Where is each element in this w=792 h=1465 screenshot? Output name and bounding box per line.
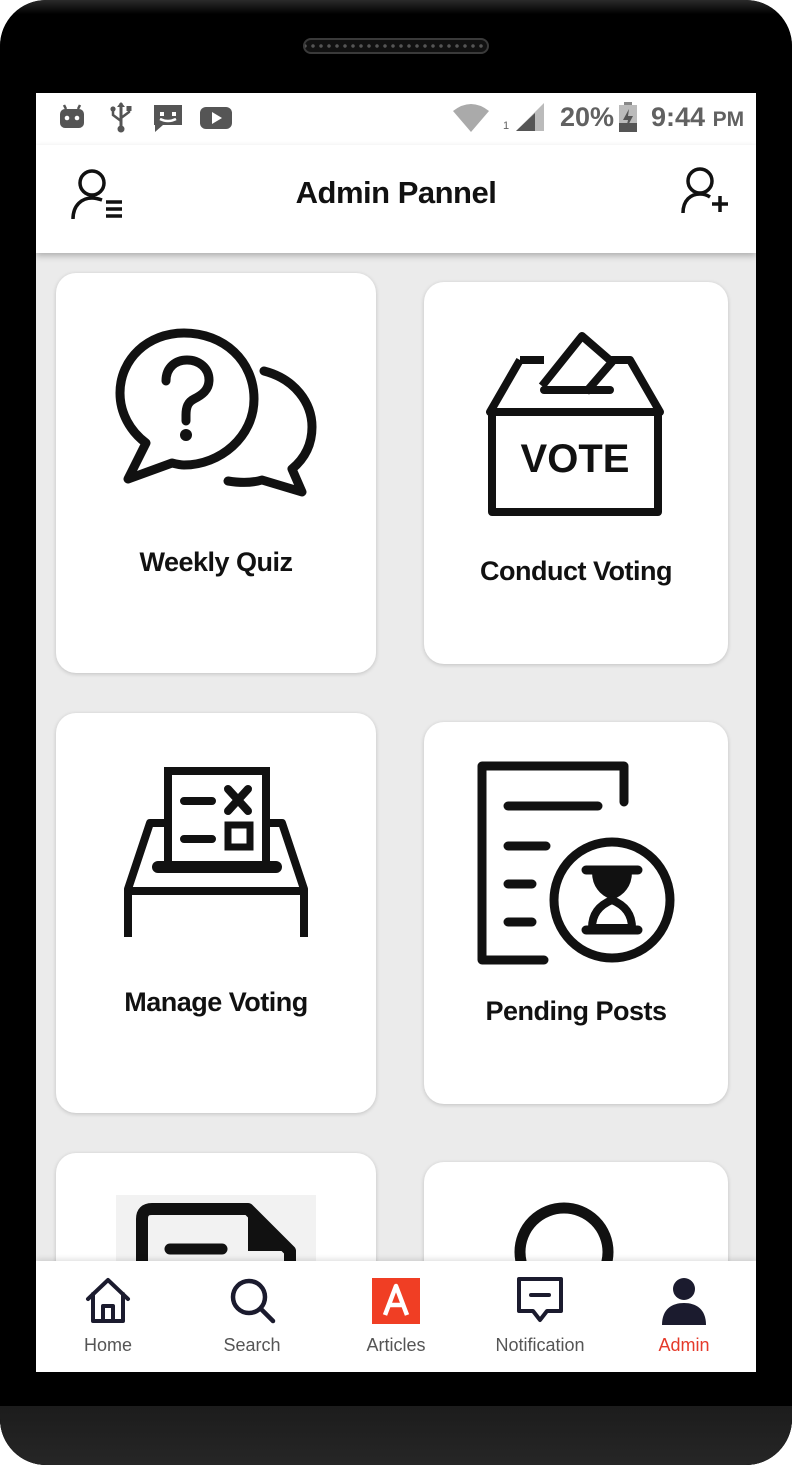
articles-icon (372, 1278, 420, 1324)
add-user-icon[interactable] (680, 165, 732, 217)
wifi-icon (453, 104, 489, 132)
message-icon (154, 105, 182, 132)
pending-posts-card[interactable]: Pending Posts (424, 722, 728, 1104)
nav-label: Home (83, 1335, 132, 1355)
user-card[interactable] (424, 1162, 728, 1261)
card-label: Weekly Quiz (139, 547, 293, 577)
nav-item-notification[interactable]: Notification (468, 1261, 612, 1373)
nav-label: Articles (366, 1335, 426, 1355)
cell-signal-icon (516, 103, 544, 131)
document-icon (116, 1195, 316, 1261)
app-bar: Admin Pannel (36, 145, 756, 253)
usb-icon (110, 102, 132, 133)
battery-percent: 20% (560, 102, 615, 132)
sim-slot-number: 1 (503, 120, 510, 132)
quiz-chat-icon (115, 328, 317, 497)
page-title: Admin Pannel (295, 175, 497, 210)
nav-item-home[interactable]: Home (36, 1261, 180, 1373)
speaker-grille (303, 38, 489, 54)
phone-bottom-bezel (0, 1372, 792, 1465)
clock: 9:44 PM (651, 102, 744, 133)
admin-menu-grid: Weekly Quiz VOTE Conduct Voting Manage V… (36, 253, 756, 1261)
nav-item-admin[interactable]: Admin (612, 1261, 756, 1373)
phone-chin (0, 1406, 792, 1465)
ballot-paper-icon (124, 767, 308, 937)
card-label: Pending Posts (485, 996, 667, 1026)
ballot-box-icon: VOTE (486, 332, 664, 516)
nav-label: Admin (658, 1335, 710, 1355)
conduct-voting-card[interactable]: VOTE Conduct Voting (424, 282, 728, 664)
nav-item-articles[interactable]: Articles (324, 1261, 468, 1373)
card-label: Conduct Voting (480, 556, 672, 586)
status-bar: 1 20% 9:44 PM (36, 93, 756, 145)
youtube-icon (200, 107, 232, 129)
search-icon (230, 1278, 276, 1324)
document-card[interactable] (56, 1153, 376, 1261)
admin-icon (662, 1278, 706, 1325)
svg-text:VOTE: VOTE (521, 437, 630, 481)
nav-label: Notification (495, 1335, 585, 1355)
nav-item-search[interactable]: Search (180, 1261, 324, 1373)
clock-ampm: PM (712, 108, 745, 131)
weekly-quiz-card[interactable]: Weekly Quiz (56, 273, 376, 673)
user-icon (514, 1202, 614, 1261)
bottom-navigation: Home Search Articles Notification Admin (36, 1261, 756, 1373)
phone-frame: 1 20% 9:44 PM Admin Pannel Weekly Quiz V… (0, 0, 792, 1465)
android-debug-icon (60, 104, 84, 128)
manage-voting-card[interactable]: Manage Voting (56, 713, 376, 1113)
battery-charging-icon (619, 102, 637, 132)
card-label: Manage Voting (124, 987, 308, 1017)
pending-document-icon (477, 761, 675, 965)
home-icon (86, 1278, 130, 1323)
nav-label: Search (223, 1335, 281, 1355)
clock-time: 9:44 (651, 102, 706, 132)
notification-icon (517, 1277, 563, 1322)
screen: 1 20% 9:44 PM Admin Pannel Weekly Quiz V… (36, 93, 756, 1373)
